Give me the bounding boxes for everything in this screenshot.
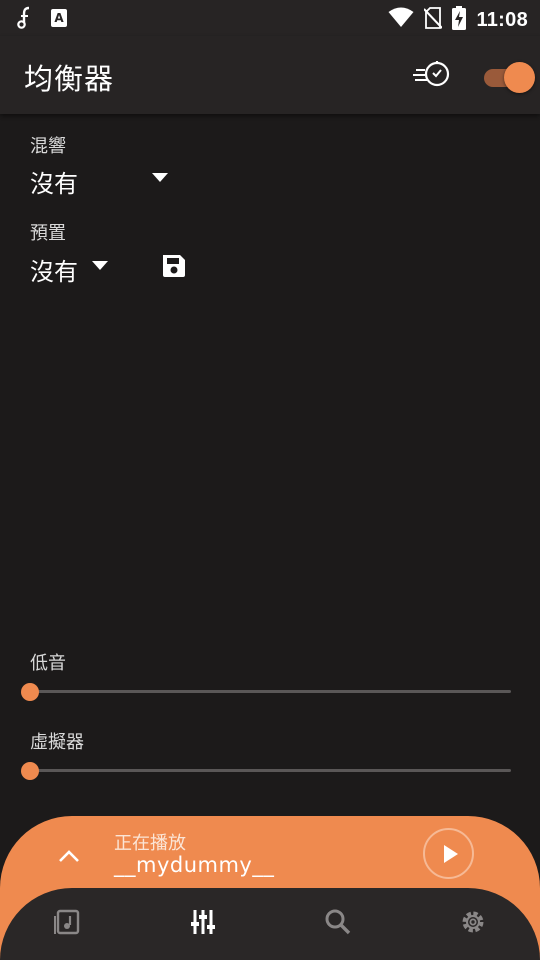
search-icon	[324, 908, 352, 940]
speed-timer-icon[interactable]	[412, 58, 452, 94]
reverb-caret-down-icon[interactable]	[152, 173, 168, 182]
bass-slider-thumb[interactable]	[21, 683, 39, 701]
wifi-icon	[388, 7, 414, 33]
equalizer-icon	[189, 908, 217, 940]
equalizer-toggle[interactable]	[482, 60, 535, 93]
save-icon[interactable]	[161, 253, 187, 283]
app-bar: 均衡器	[0, 36, 540, 114]
virtualizer-label: 虛擬器	[30, 732, 84, 753]
reverb-dropdown-value[interactable]: 沒有	[30, 164, 78, 199]
reverb-label: 混響	[30, 136, 66, 157]
now-playing-title: __mydummy__	[114, 853, 275, 877]
toggle-thumb	[504, 62, 535, 93]
virtualizer-slider-thumb[interactable]	[21, 762, 39, 780]
nav-item-search[interactable]	[270, 888, 405, 960]
bass-label: 低音	[30, 653, 66, 674]
text-a-icon: A	[50, 8, 68, 32]
svg-text:A: A	[54, 11, 64, 25]
equalizer-screen: A 11:08 均衡器 混響 沒有 預置 沒有 低音 虛擬器 正在播放 __my…	[0, 0, 540, 960]
bass-slider-track[interactable]	[30, 690, 511, 693]
status-bar: A 11:08	[0, 0, 540, 36]
preset-label: 預置	[30, 223, 66, 244]
chevron-up-icon[interactable]	[56, 846, 82, 870]
settings-icon	[459, 908, 487, 940]
no-sim-icon	[423, 7, 444, 33]
nav-item-settings[interactable]	[405, 888, 540, 960]
nav-item-equalizer[interactable]	[135, 888, 270, 960]
virtualizer-slider-track[interactable]	[30, 769, 511, 772]
music-note-icon	[16, 6, 36, 34]
library-icon	[53, 908, 82, 940]
preset-dropdown-value[interactable]: 沒有	[30, 252, 78, 287]
status-time: 11:08	[476, 8, 528, 31]
battery-charging-icon	[452, 6, 467, 34]
now-playing-label: 正在播放	[114, 833, 186, 854]
preset-caret-down-icon[interactable]	[92, 261, 108, 270]
play-button[interactable]	[423, 828, 474, 879]
bottom-nav	[0, 888, 540, 960]
nav-item-library[interactable]	[0, 888, 135, 960]
page-title: 均衡器	[24, 62, 115, 96]
play-icon	[444, 845, 458, 863]
